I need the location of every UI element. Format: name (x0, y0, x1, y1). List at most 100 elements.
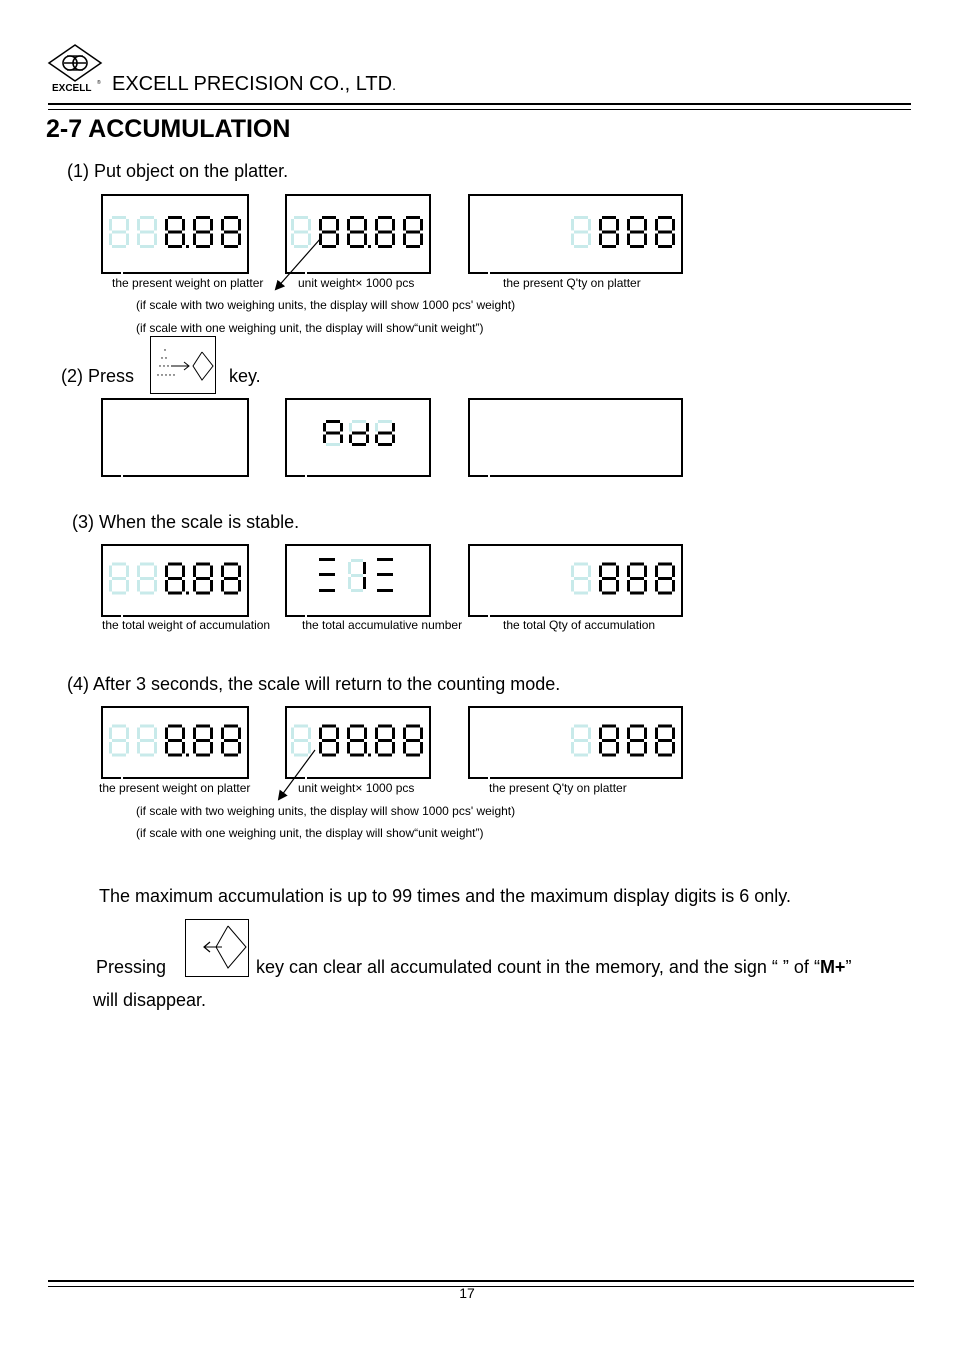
segment-g (140, 577, 154, 580)
segment-d (224, 753, 238, 757)
caption-unit-weight: unit weight× 1000 pcs (298, 781, 415, 795)
accumulate-key-button[interactable] (150, 336, 216, 394)
segment-e (571, 580, 574, 592)
segment-d (294, 753, 308, 757)
segment-f (375, 219, 378, 231)
segment-g (378, 431, 392, 435)
segment-f (571, 565, 574, 577)
segment-g (602, 230, 616, 234)
segment-e (655, 233, 658, 245)
segment-b (588, 219, 591, 231)
segment-b (182, 565, 185, 577)
segment-g (112, 739, 126, 742)
segment-b (154, 727, 157, 739)
segment-c (366, 434, 369, 443)
caption-weight: the present weight on platter (99, 781, 251, 795)
segment-d (168, 591, 182, 595)
segment-g (574, 230, 588, 234)
accumulation-count-digits (319, 558, 393, 592)
svg-text:®: ® (97, 79, 101, 86)
segment-g (294, 739, 308, 742)
segment-e (323, 434, 326, 443)
segment-g (168, 230, 182, 234)
segment-f (655, 727, 658, 739)
segment-c (588, 233, 591, 245)
segment-d (322, 245, 336, 248)
segment-e (347, 233, 350, 245)
segment-f (165, 565, 168, 577)
segment-d (112, 753, 126, 757)
dash-segment (377, 573, 393, 576)
segment-e (571, 742, 574, 754)
segment-b (366, 423, 369, 432)
excell-diamond-logo-icon: EXCELL ® (47, 44, 103, 94)
segment-f (571, 219, 574, 231)
segment-e (165, 580, 168, 592)
segment-d (196, 753, 210, 757)
segment-f (627, 219, 630, 231)
segment-e (165, 742, 168, 754)
segment-a (630, 562, 644, 566)
segment-d (658, 245, 672, 248)
segment-c (182, 233, 185, 245)
lcd-unit-weight-display (285, 194, 431, 274)
segment-g (658, 577, 672, 580)
segment-d (574, 753, 588, 757)
segment-b (363, 562, 366, 574)
seven-segment-digits (571, 724, 675, 757)
segment-b (392, 727, 395, 739)
segment-f (349, 423, 352, 432)
segment-f (627, 565, 630, 577)
clear-key-icon (203, 925, 247, 969)
segment-d (378, 443, 392, 446)
segment-f (109, 727, 112, 739)
segment-a (630, 724, 644, 728)
segment-a (224, 216, 238, 219)
segment-a (378, 420, 392, 423)
segment-g (322, 230, 336, 234)
svg-text:EXCELL: EXCELL (52, 83, 91, 92)
segment-a (406, 216, 420, 219)
segment-g (378, 230, 392, 234)
segment-a (602, 724, 616, 728)
segment-a (351, 559, 363, 562)
segment-f (193, 727, 196, 739)
segment-e (655, 742, 658, 754)
segment-d (140, 753, 154, 757)
clear-memory-text: key can clear all accumulated count in t… (256, 957, 851, 978)
page-number: 17 (459, 1285, 475, 1301)
segment-c (126, 742, 129, 754)
segment-b (392, 423, 395, 432)
segment-f (221, 219, 224, 231)
caption-total-qty: the total Qty of accumulation (503, 618, 656, 632)
segment-b (238, 219, 241, 231)
segment-b (364, 727, 367, 739)
step-2-key-suffix: key. (229, 366, 261, 386)
clear-key-button[interactable] (185, 919, 249, 977)
segment-f (348, 562, 351, 574)
segment-d (630, 753, 644, 757)
segment-c (364, 233, 367, 245)
segment-e (375, 742, 378, 754)
segment-f (137, 219, 140, 231)
seven-segment-digits (109, 216, 241, 248)
segment-e (137, 233, 140, 245)
segment-e (627, 233, 630, 245)
segment-c (363, 577, 366, 589)
segment-g (406, 739, 420, 742)
segment-c (308, 742, 311, 754)
segment-c (238, 742, 241, 754)
segment-c (672, 233, 675, 245)
segment-f (137, 727, 140, 739)
add-message-digits (323, 420, 395, 446)
segment-g (352, 431, 366, 435)
caption-unit-weight: unit weight× 1000 pcs (298, 276, 415, 290)
segment-a (630, 216, 644, 219)
segment-d (378, 753, 392, 757)
segment-c (616, 233, 619, 245)
decimal-point (186, 245, 189, 248)
segment-f (221, 565, 224, 577)
company-name-text: EXCELL PRECISION CO., LTD (112, 73, 393, 95)
segment-d (140, 591, 154, 595)
segment-f (571, 727, 574, 739)
